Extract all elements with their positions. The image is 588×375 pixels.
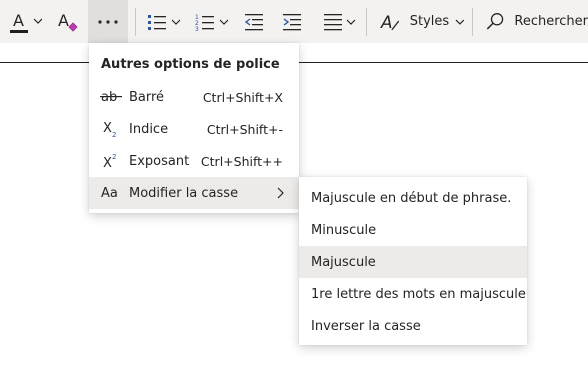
styles-button[interactable]: A Styles (380, 0, 466, 43)
svg-text:2: 2 (112, 131, 116, 138)
increase-indent-button[interactable] (281, 0, 305, 43)
menu-item-label: Indice (129, 121, 169, 137)
change-case-icon: Aa (100, 183, 122, 203)
svg-text:X: X (103, 156, 112, 170)
svg-text:ab: ab (101, 90, 117, 105)
menu-item-superscript[interactable]: X 2 Exposant Ctrl+Shift++ (89, 145, 299, 177)
submenu-item-label: Inverser la casse (311, 318, 421, 334)
submenu-item-lowercase[interactable]: Minuscule (299, 214, 527, 246)
increase-indent-icon (283, 13, 301, 30)
font-color-button[interactable]: A (8, 0, 46, 43)
submenu-item-label: Minuscule (311, 222, 377, 238)
submenu-item-label: 1re lettre des mots en majuscule (311, 286, 526, 302)
align-icon (324, 13, 356, 30)
search-button[interactable]: Rechercher (485, 0, 588, 43)
more-options-button[interactable] (88, 0, 128, 43)
menu-item-label: Barré (129, 89, 165, 105)
bullets-icon (148, 14, 181, 30)
menu-item-shortcut: Ctrl+Shift+X (202, 89, 283, 105)
svg-text:2: 2 (112, 153, 116, 161)
font-options-menu: Autres options de police ab Barré Ctrl+S… (89, 43, 299, 213)
menu-item-label: Exposant (129, 153, 190, 169)
search-icon (486, 12, 504, 29)
font-color-icon: A (10, 11, 42, 33)
numbering-button[interactable]: 1 2 3 (194, 0, 232, 43)
svg-text:3: 3 (195, 26, 199, 33)
submenu-item-capitalize-words[interactable]: 1re lettre des mots en majuscule (299, 278, 527, 310)
svg-text:X: X (103, 121, 112, 136)
styles-label: Styles (409, 14, 450, 29)
svg-text:A: A (58, 11, 69, 30)
svg-text:A: A (13, 11, 24, 30)
styles-icon: A (380, 11, 400, 31)
subscript-icon: X 2 (100, 119, 122, 139)
menu-item-label: Modifier la casse (129, 185, 239, 201)
svg-text:A: A (380, 11, 392, 31)
chevron-down-icon (455, 19, 465, 25)
menu-item-strikethrough[interactable]: ab Barré Ctrl+Shift+X (89, 81, 299, 113)
menu-item-shortcut: Ctrl+Shift++ (200, 153, 283, 169)
decrease-indent-icon (244, 13, 263, 30)
toolbar-separator (472, 8, 473, 36)
submenu-item-sentence-case[interactable]: Majuscule en début de phrase. (299, 182, 527, 214)
submenu-item-toggle-case[interactable]: Inverser la casse (299, 310, 527, 342)
chevron-right-icon (277, 187, 284, 199)
superscript-icon: X 2 (100, 151, 122, 171)
clear-formatting-button[interactable]: A (56, 0, 82, 43)
submenu-item-label: Majuscule (311, 254, 376, 270)
clear-formatting-icon: A (58, 11, 78, 32)
align-button[interactable] (322, 0, 358, 43)
more-options-icon (98, 19, 118, 24)
menu-heading: Autres options de police (101, 57, 280, 72)
strikethrough-icon: ab (100, 87, 122, 107)
toolbar-separator (135, 8, 136, 36)
menu-item-subscript[interactable]: X 2 Indice Ctrl+Shift+- (89, 113, 299, 145)
search-label: Rechercher (514, 14, 588, 29)
svg-text:Aa: Aa (101, 186, 118, 201)
menu-item-shortcut: Ctrl+Shift+- (206, 121, 283, 137)
decrease-indent-button[interactable] (243, 0, 267, 43)
toolbar-separator (366, 8, 367, 36)
ribbon-toolbar: A A 1 2 3 A Styles Rechercher (0, 0, 588, 43)
bullets-button[interactable] (146, 0, 184, 43)
menu-item-change-case[interactable]: Aa Modifier la casse (89, 177, 299, 209)
numbering-icon: 1 2 3 (195, 14, 229, 33)
change-case-submenu: Majuscule en début de phrase. Minuscule … (299, 177, 527, 345)
submenu-item-label: Majuscule en début de phrase. (311, 190, 512, 206)
submenu-item-uppercase[interactable]: Majuscule (299, 246, 527, 278)
